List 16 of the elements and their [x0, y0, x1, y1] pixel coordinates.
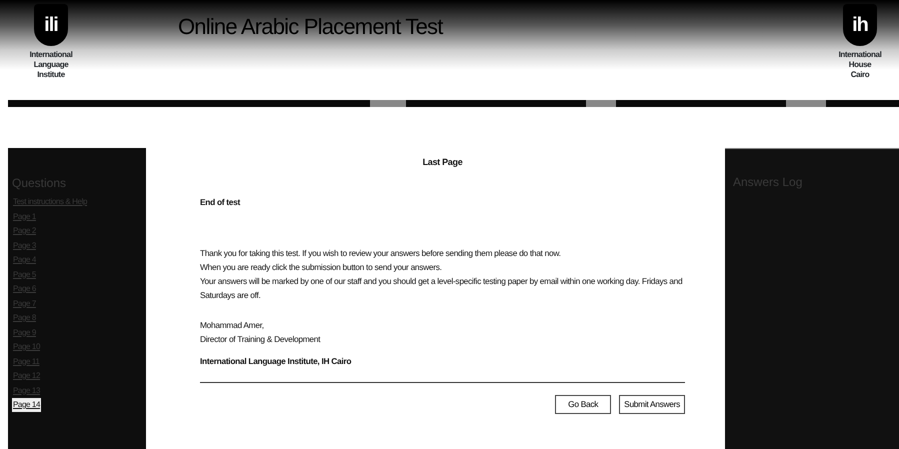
paragraph-text: Thank you for taking this test. If you wish to review your answers before sending them please do that now. — [200, 247, 562, 260]
section-heading: End of test — [200, 196, 242, 208]
house-logo: ih — [843, 4, 877, 46]
back-button[interactable]: Go Back — [555, 395, 612, 414]
paragraph-text: When you are ready click the submission button to send your answers. — [200, 261, 443, 274]
logo-caption: International Language Institute — [30, 50, 72, 80]
submit-button[interactable]: Submit Answers — [619, 395, 685, 414]
paragraph-text: Your answers will be marked by one of our staff and you should get a level-specific testing paper by email within one working day. Fridays and Saturdays are off. — [200, 275, 684, 302]
organization-text: International Language Institute, IH Cairo — [200, 355, 352, 368]
page-title: Online Arabic Placement Test — [178, 13, 443, 41]
logo-caption: International House Cairo — [838, 50, 882, 80]
institute-logo: ili — [34, 4, 68, 46]
sidebar-link[interactable]: Page 14 — [12, 398, 42, 412]
signature-text: Director of Training & Development — [200, 333, 322, 346]
section-title: Last Page — [422, 156, 464, 169]
signature-text: Mohammad Amer, — [200, 319, 265, 332]
